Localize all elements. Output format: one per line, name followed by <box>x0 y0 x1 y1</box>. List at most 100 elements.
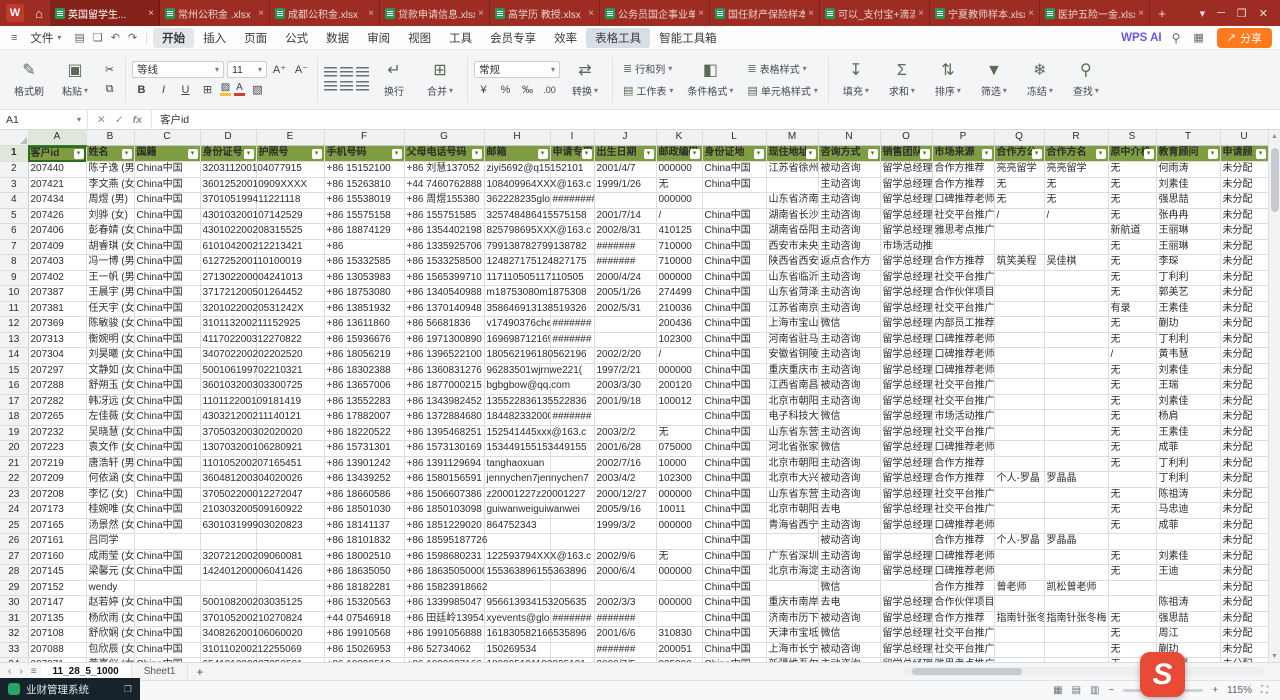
cell[interactable]: 2002/7/16 <box>594 456 656 472</box>
cell[interactable] <box>134 534 200 550</box>
cell[interactable]: 210036 <box>656 301 702 317</box>
cell[interactable]: +86 1372884680 <box>404 410 484 426</box>
cell[interactable]: 无 <box>1108 177 1156 193</box>
cell[interactable]: China中国 <box>134 441 200 457</box>
cell[interactable]: +86 1396522100 <box>404 348 484 364</box>
cell[interactable]: 无 <box>1108 363 1156 379</box>
cell[interactable] <box>994 518 1044 534</box>
cell[interactable]: 207232 <box>28 425 86 441</box>
cell[interactable] <box>1044 596 1108 612</box>
cell[interactable]: 凯松曾老师 <box>1044 580 1108 596</box>
cell[interactable]: 710000 <box>656 239 702 255</box>
cell[interactable] <box>1044 317 1108 333</box>
cell[interactable]: 200120 <box>656 379 702 395</box>
filter-icon[interactable]: ▾ <box>644 149 654 159</box>
format-painter-button[interactable]: ✎ 格式刷 <box>8 54 50 106</box>
cell[interactable] <box>656 580 702 596</box>
cell[interactable]: 207426 <box>28 208 86 224</box>
row-number[interactable]: 26 <box>0 534 28 550</box>
cell[interactable]: 被动咨询 <box>818 642 880 658</box>
column-header[interactable]: M <box>766 130 818 146</box>
cell[interactable]: 未分配 <box>1220 596 1268 612</box>
cell[interactable]: 陈敏骏 (女 <box>86 317 134 333</box>
cell[interactable]: 未分配 <box>1220 286 1268 302</box>
header-cell[interactable]: 市场来源▾ <box>932 146 994 162</box>
cell[interactable]: 留学总经理 <box>880 611 932 627</box>
cell[interactable]: China中国 <box>702 549 766 565</box>
cell[interactable] <box>134 580 200 596</box>
cell[interactable]: +86 1354402198 <box>404 224 484 240</box>
cell[interactable]: 丁利利 <box>1156 332 1220 348</box>
row-number[interactable]: 2 <box>0 162 28 178</box>
align-center-icon[interactable] <box>340 81 353 92</box>
cell[interactable]: 2000/12/27 <box>594 487 656 503</box>
cell[interactable] <box>766 534 818 550</box>
cell[interactable]: 合作方推荐 <box>932 611 994 627</box>
cell[interactable]: 无 <box>1108 208 1156 224</box>
filter-icon[interactable]: ▾ <box>754 149 764 159</box>
cell[interactable]: +86 田廷岭13954 <box>404 611 484 627</box>
cell[interactable]: 000000 <box>656 596 702 612</box>
percent-icon[interactable]: % <box>496 81 515 98</box>
cell[interactable]: +86 1360831276 <box>404 363 484 379</box>
cell[interactable]: 96283501wjrnwe221( <box>484 363 550 379</box>
cell[interactable]: 主动咨询 <box>818 487 880 503</box>
underline-button[interactable]: U <box>176 81 195 98</box>
row-number[interactable]: 21 <box>0 456 28 472</box>
file-menu-button[interactable]: 文件▾ <box>22 30 69 46</box>
cell[interactable]: m18753080m1875308 <box>484 286 550 302</box>
cell[interactable]: 彭春婧 (女 <box>86 224 134 240</box>
cell[interactable]: 956613934153205635 <box>484 596 550 612</box>
column-header[interactable]: D <box>200 130 256 146</box>
cell[interactable]: 未分配 <box>1220 549 1268 565</box>
cell[interactable]: China中国 <box>134 565 200 581</box>
cell[interactable]: 留学总经理 <box>880 270 932 286</box>
cell[interactable] <box>594 580 656 596</box>
cell[interactable]: 指南针张冬 <box>994 611 1044 627</box>
cell[interactable]: +86 15026953 <box>324 642 404 658</box>
cell[interactable]: 210303200509160922 <box>200 503 256 519</box>
cell[interactable]: 留学总经理 <box>880 379 932 395</box>
cell[interactable]: 口碑推荐老师 <box>932 518 994 534</box>
cell[interactable]: 口碑推荐老师 <box>932 549 994 565</box>
cell[interactable]: China中国 <box>702 456 766 472</box>
cell[interactable] <box>200 580 256 596</box>
cell[interactable]: China中国 <box>702 286 766 302</box>
column-header[interactable]: B <box>86 130 134 146</box>
cell[interactable]: 留学总经理 <box>880 348 932 364</box>
cell[interactable]: 梁馨元 (女 <box>86 565 134 581</box>
cell[interactable]: 强思喆 <box>1156 193 1220 209</box>
header-cell[interactable]: 护照号▾ <box>256 146 324 162</box>
cell[interactable]: 未分配 <box>1220 658 1268 663</box>
share-button[interactable]: ↗分享 <box>1217 28 1272 48</box>
cell[interactable]: +86 1850103098 <box>404 503 484 519</box>
redo-icon[interactable]: ↷ <box>125 31 140 44</box>
cell[interactable]: ####### <box>550 410 594 426</box>
cell[interactable]: 无 <box>1108 565 1156 581</box>
cell[interactable]: China中国 <box>702 441 766 457</box>
cell[interactable]: 王素佳 <box>1156 425 1220 441</box>
cell[interactable]: 207223 <box>28 441 86 457</box>
cell[interactable]: China中国 <box>134 503 200 519</box>
close-icon[interactable]: ✕ <box>1259 7 1268 20</box>
cell[interactable]: 207387 <box>28 286 86 302</box>
cell[interactable]: China中国 <box>134 611 200 627</box>
row-number[interactable]: 32 <box>0 627 28 643</box>
cell[interactable]: China中国 <box>134 224 200 240</box>
cell[interactable]: 340826200106060020 <box>200 627 256 643</box>
tab-close-icon[interactable]: × <box>808 8 814 19</box>
wps-floating-logo[interactable]: S <box>1140 652 1185 697</box>
cell[interactable]: 207219 <box>28 456 86 472</box>
menu-tab[interactable]: 视图 <box>399 28 440 48</box>
row-number[interactable]: 3 <box>0 177 28 193</box>
column-header[interactable]: K <box>656 130 702 146</box>
cell[interactable]: 留学总经理 <box>880 549 932 565</box>
cell[interactable] <box>994 363 1044 379</box>
cell[interactable] <box>994 503 1044 519</box>
cell[interactable]: ####### <box>594 239 656 255</box>
cell[interactable]: 赵若婷 (女 <box>86 596 134 612</box>
fullscreen-icon[interactable]: ⛶ <box>1261 685 1268 696</box>
cell[interactable] <box>1044 410 1108 426</box>
cell[interactable] <box>656 410 702 426</box>
cell[interactable]: +86 13053983 <box>324 270 404 286</box>
